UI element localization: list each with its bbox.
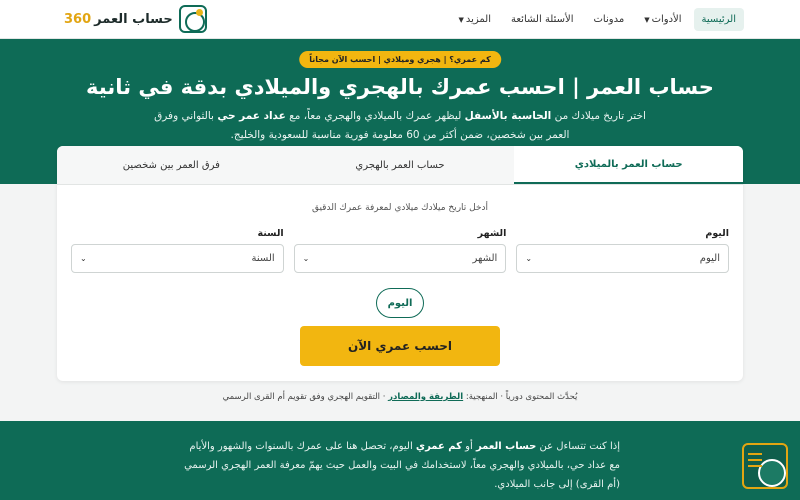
page-title: حساب العمر | احسب عمرك بالهجري والميلادي…: [86, 75, 714, 99]
brand-title: حساب العمر: [94, 11, 173, 27]
chevron-down-icon: ⌄: [525, 254, 533, 263]
year-select[interactable]: السنة ⌄: [70, 244, 284, 273]
month-select[interactable]: الشهر ⌄: [293, 244, 507, 273]
brand-name: حساب العمر360: [64, 12, 173, 27]
hero-desc-bold-2: عداد عمر حي: [217, 110, 286, 122]
month-select-value: الشهر: [472, 253, 498, 264]
year-field: السنة السنة ⌄: [70, 228, 284, 273]
search-document-icon: [742, 443, 788, 489]
calculate-age-button[interactable]: احسب عمري الآن: [300, 326, 500, 366]
month-field: الشهر الشهر ⌄: [293, 228, 507, 273]
chevron-down-icon: ⌄: [302, 254, 310, 263]
calculator-tabs: حساب العمر بالميلادي حساب العمر بالهجري …: [56, 146, 743, 185]
brand-number: 360: [64, 11, 92, 27]
nav-home[interactable]: الرئيسية: [693, 7, 744, 31]
intro-text: إذا كنت تتساءل عن حساب العمر أو كم عمري …: [182, 437, 620, 494]
site-header: الرئيسية الأدوات▼ مدونات الأسئلة الشائعة…: [0, 0, 800, 39]
meta-text-2: · التقويم الهجري وفق تقويم أم القرى الرس…: [222, 392, 389, 402]
hero-badge: كم عمري؟ | هجري وميلادي | احسب الآن مجان…: [299, 51, 501, 68]
intro-t2: أو: [461, 441, 476, 452]
year-label: السنة: [257, 228, 284, 239]
nav-faq[interactable]: الأسئلة الشائعة: [503, 8, 582, 31]
day-select-value: اليوم: [699, 253, 720, 264]
intro-section: إذا كنت تتساءل عن حساب العمر أو كم عمري …: [0, 421, 800, 500]
methodology-link[interactable]: الطريقة والمصادر: [388, 392, 463, 402]
nav-more[interactable]: المزيد▼: [450, 8, 499, 31]
age-calculator-card: حساب العمر بالميلادي حساب العمر بالهجري …: [56, 146, 743, 381]
nav-more-label: المزيد: [465, 13, 491, 25]
intro-t1: إذا كنت تتساءل عن: [536, 441, 620, 452]
hero-desc-bold-1: الحاسبة بالأسفل: [464, 110, 552, 122]
chevron-down-icon: ▼: [644, 15, 650, 24]
day-label: اليوم: [705, 228, 729, 239]
nav-tools-label: الأدوات: [651, 13, 682, 25]
calculator-hint: أدخل تاريخ ميلادك ميلادي لمعرفة عمرك الد…: [311, 203, 489, 213]
hero-desc-text-2: ليظهر عمرك بالميلادي والهجري معاً، مع: [285, 110, 465, 122]
nav-tools[interactable]: الأدوات▼: [636, 8, 689, 31]
intro-b1: حساب العمر: [475, 441, 537, 452]
nav-blogs[interactable]: مدونات: [586, 8, 633, 31]
hero-desc-text-1: اختر تاريخ ميلادك من: [551, 110, 646, 122]
chevron-down-icon: ▼: [458, 15, 464, 24]
tab-gregorian[interactable]: حساب العمر بالميلادي: [514, 146, 743, 184]
year-select-value: السنة: [251, 253, 275, 264]
calendar-clock-icon: [178, 5, 207, 33]
chevron-down-icon: ⌄: [79, 254, 87, 263]
month-label: الشهر: [477, 228, 507, 239]
methodology-note: يُحدَّث المحتوى دورياً · المنهجية: الطري…: [0, 392, 800, 402]
tab-age-difference[interactable]: فرق العمر بين شخصين: [56, 146, 286, 184]
tab-hijri[interactable]: حساب العمر بالهجري: [285, 146, 515, 184]
main-nav: الرئيسية الأدوات▼ مدونات الأسئلة الشائعة…: [450, 7, 744, 31]
date-fields: اليوم اليوم ⌄ الشهر الشهر ⌄ السنة السنة ⌄: [70, 228, 729, 273]
intro-b2: كم عمري: [415, 441, 462, 452]
brand-logo-link[interactable]: حساب العمر360: [64, 5, 207, 33]
meta-text-1: يُحدَّث المحتوى دورياً · المنهجية:: [463, 392, 578, 402]
day-field: اليوم اليوم ⌄: [516, 228, 729, 273]
hero-description: اختر تاريخ ميلادك من الحاسبة بالأسفل ليظ…: [150, 107, 650, 145]
day-select[interactable]: اليوم ⌄: [516, 244, 729, 273]
today-button[interactable]: اليوم: [376, 288, 424, 318]
